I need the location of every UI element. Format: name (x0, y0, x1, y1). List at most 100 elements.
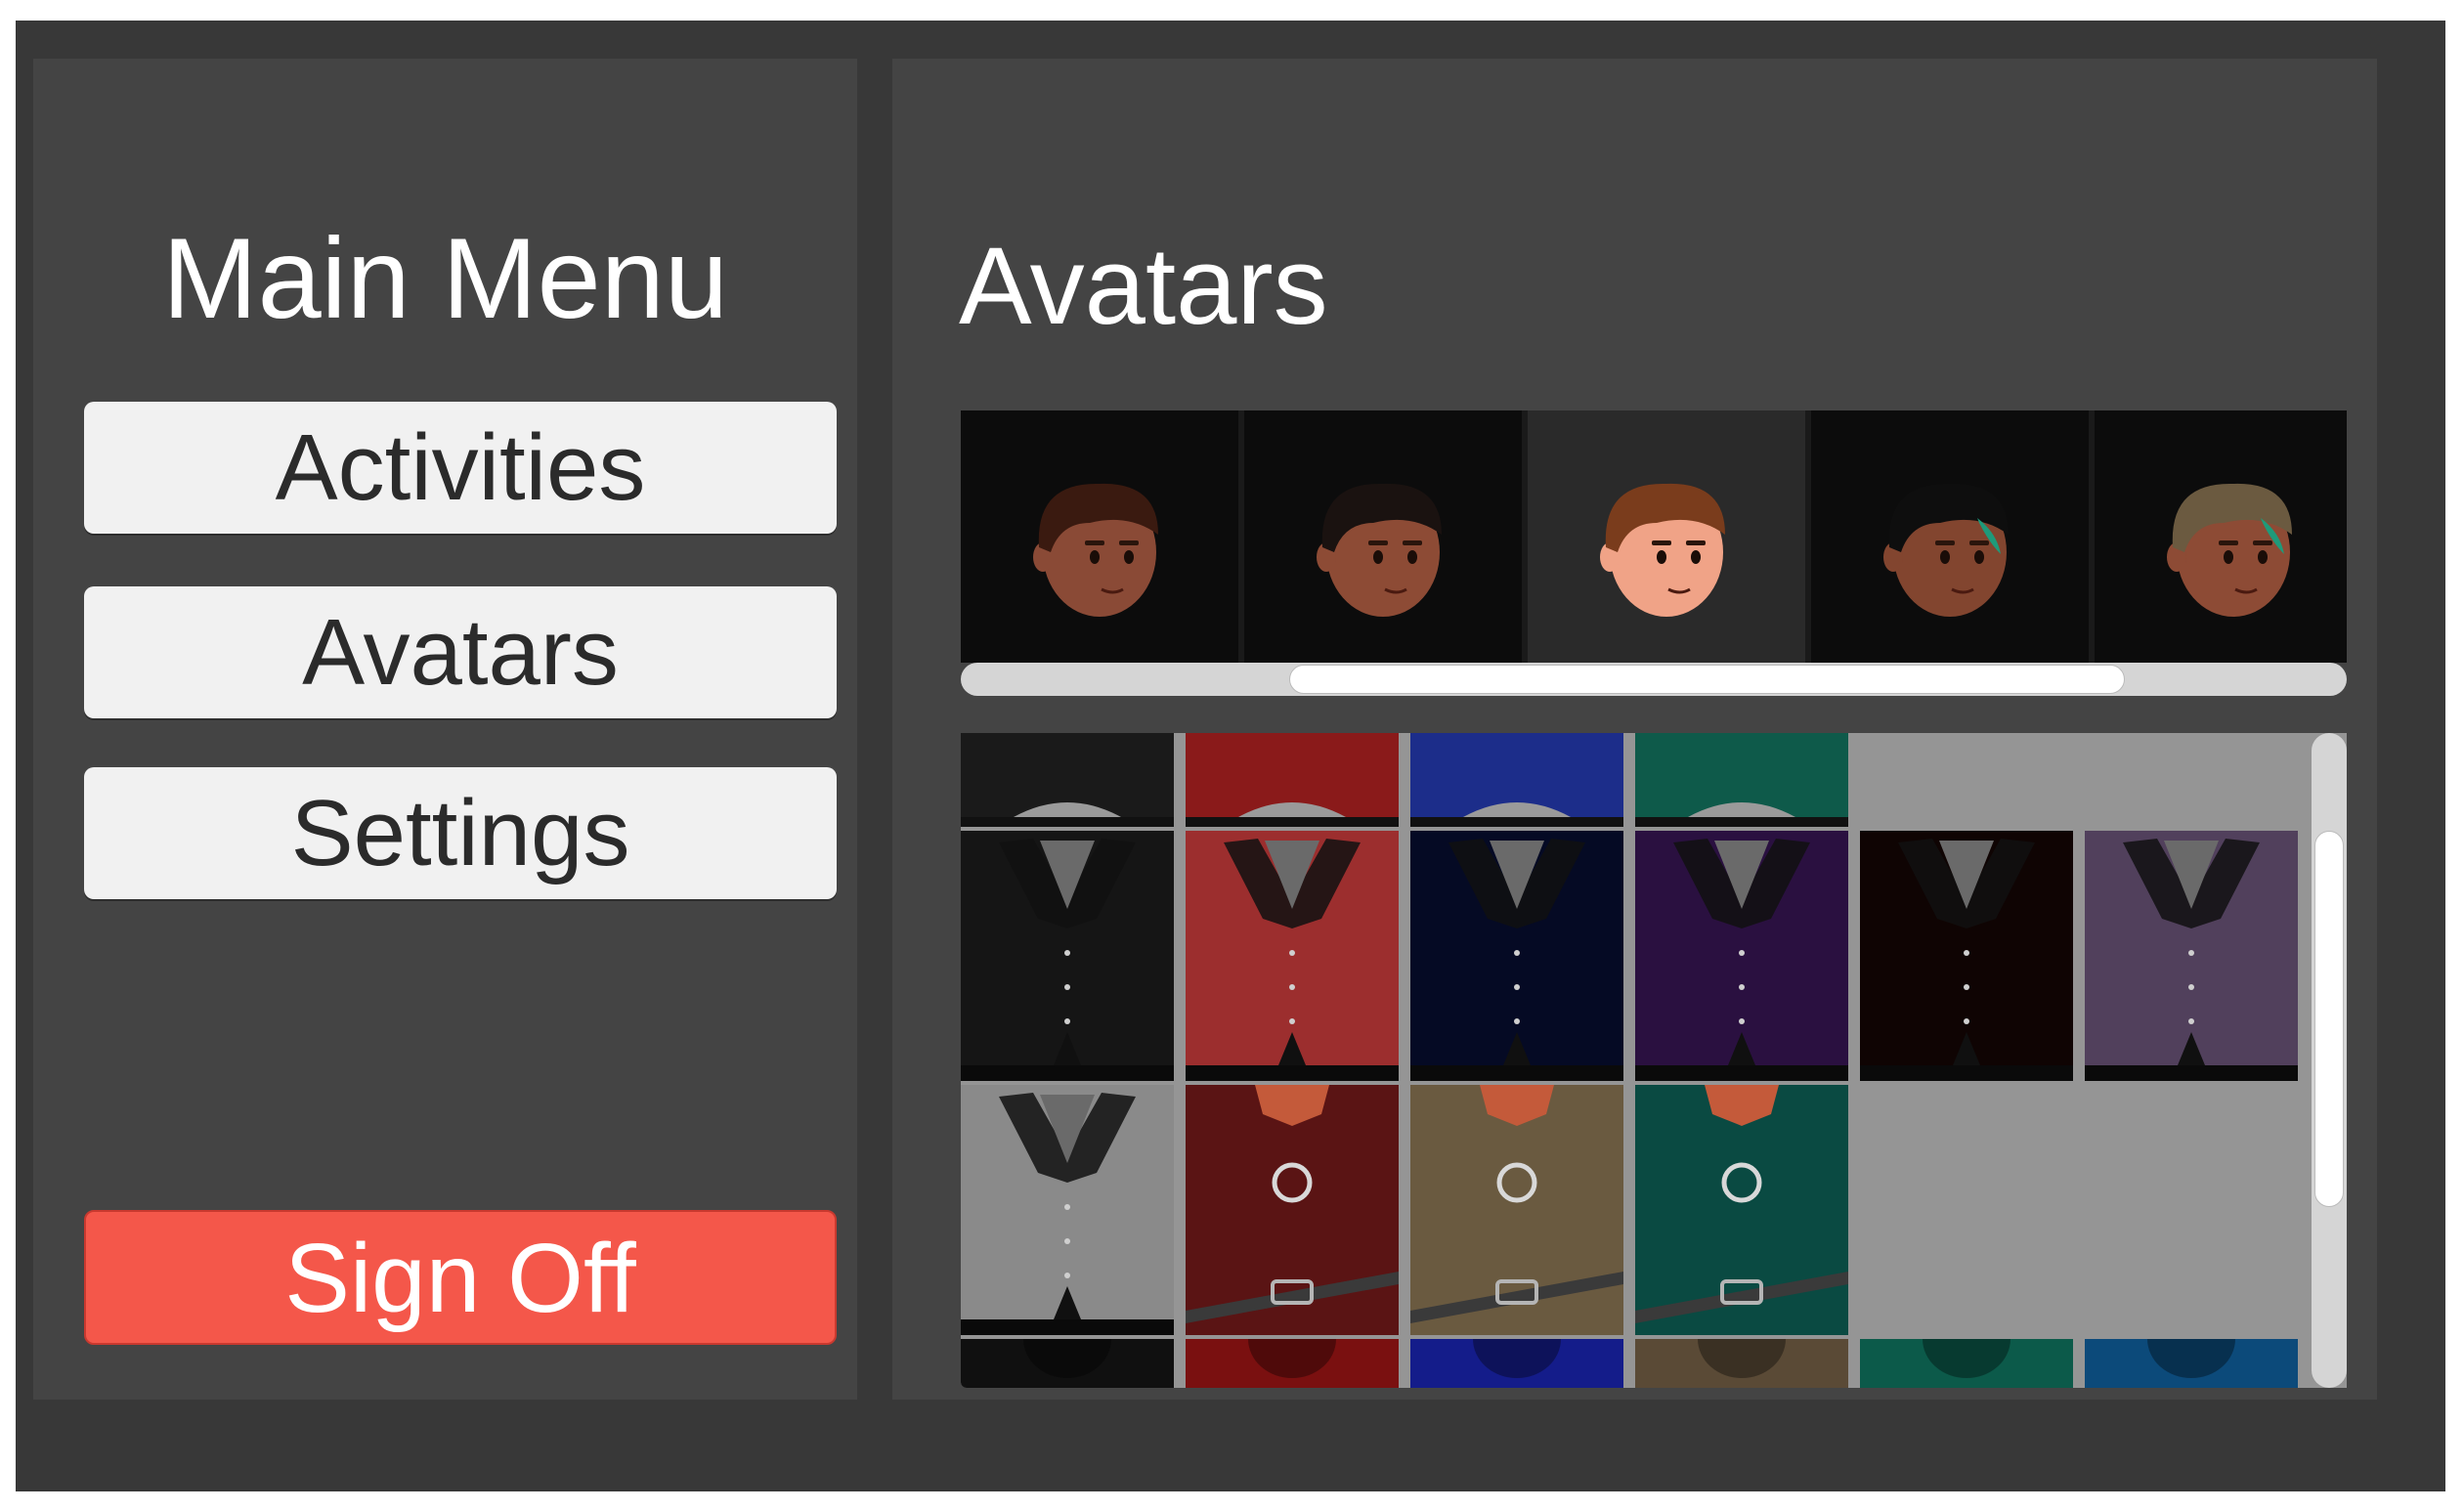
avatar-eye (2224, 550, 2233, 564)
flame-logo-icon (1721, 1162, 1762, 1203)
avatar-head-option[interactable] (1811, 410, 2089, 663)
outfit-option[interactable] (1635, 831, 1848, 1081)
avatar-eye (1090, 550, 1100, 564)
avatars-button[interactable]: Avatars (84, 586, 837, 718)
outfit-option[interactable] (1186, 1085, 1399, 1335)
settings-button[interactable]: Settings (84, 767, 837, 899)
avatar-eyebrow (1368, 540, 1388, 545)
button-dot (1739, 984, 1745, 990)
outfit-option[interactable] (1410, 831, 1623, 1081)
strip-icon (1698, 1339, 1786, 1378)
pants-icon (961, 802, 1174, 827)
avatar-head-option[interactable] (2095, 410, 2347, 663)
outfit-option[interactable] (1186, 733, 1399, 827)
avatar-head-option[interactable] (961, 410, 1238, 663)
outfit-option[interactable] (1860, 1339, 2073, 1388)
belt-shape (1635, 1272, 1848, 1323)
avatar-head-option[interactable] (1528, 410, 1805, 663)
belt-shape (1186, 1272, 1399, 1323)
vest-notch (1728, 1032, 1755, 1065)
outfit-option[interactable] (2085, 1339, 2298, 1388)
vest-icon (961, 839, 1174, 1081)
hem-base (1635, 817, 1848, 827)
strip-icon (2147, 1339, 2235, 1378)
vest-icon (1860, 839, 2073, 1081)
outfit-option[interactable] (961, 1085, 1174, 1335)
flame-logo-icon (1272, 1162, 1313, 1203)
hem-shape (1014, 802, 1121, 817)
button-dot (1064, 1204, 1070, 1210)
outfit-grid[interactable] (961, 733, 2347, 1388)
avatar-eyebrow (1969, 540, 1989, 545)
avatar-eyebrow (1652, 540, 1671, 545)
avatar-eye (1407, 550, 1417, 564)
avatar-eyebrow (1085, 540, 1104, 545)
button-dot (1514, 1018, 1520, 1024)
avatar-head-icon (2167, 483, 2292, 617)
vest-icon (1410, 839, 1623, 1081)
head-carousel-scroll-thumb[interactable] (1289, 665, 2125, 694)
outfit-option[interactable] (1410, 1339, 1623, 1388)
outfit-grid-scroll-thumb[interactable] (2314, 831, 2344, 1207)
avatar-eye (1940, 550, 1950, 564)
collar-shadow (1923, 1339, 2010, 1378)
activities-button[interactable]: Activities (84, 402, 837, 534)
avatars-title: Avatars (959, 225, 1328, 347)
pants-icon (1410, 802, 1623, 827)
avatar-eyebrow (1935, 540, 1955, 545)
outfit-option[interactable] (1186, 1339, 1399, 1388)
vest-hem (1860, 1065, 2073, 1081)
hem-shape (1688, 802, 1795, 817)
collar-shape (1705, 1085, 1779, 1126)
button-dot (1739, 950, 1745, 956)
button-dot (1289, 984, 1295, 990)
avatar-head-icon (1033, 483, 1158, 617)
avatar-eye (1657, 550, 1666, 564)
avatar-eye (1691, 550, 1701, 564)
shirt-icon (1186, 1085, 1399, 1323)
outfit-option[interactable] (1635, 1085, 1848, 1335)
button-dot (1514, 950, 1520, 956)
vest-hem (1635, 1065, 1848, 1081)
collar-shape (1480, 1085, 1554, 1126)
collar-shadow (1023, 1339, 1111, 1378)
outfit-option[interactable] (1860, 831, 2073, 1081)
vest-notch (1503, 1032, 1531, 1065)
button-dot (1964, 984, 1969, 990)
avatar-eye (1373, 550, 1383, 564)
button-dot (1739, 1018, 1745, 1024)
head-carousel[interactable] (961, 410, 2347, 663)
vest-notch (2178, 1032, 2205, 1065)
collar-shadow (1248, 1339, 1336, 1378)
head-carousel-scrollbar[interactable] (961, 663, 2347, 696)
button-dot (1064, 1238, 1070, 1244)
avatar-eyebrow (1119, 540, 1139, 545)
outfit-grid-scrollbar[interactable] (2312, 733, 2347, 1388)
pants-icon (1186, 802, 1399, 827)
vest-hem (961, 1065, 1174, 1081)
outfit-option[interactable] (1410, 733, 1623, 827)
vest-hem (961, 1319, 1174, 1335)
avatar-head-option[interactable] (1244, 410, 1522, 663)
outfit-option[interactable] (1410, 1085, 1623, 1335)
button-dot (2188, 984, 2194, 990)
button-dot (1964, 1018, 1969, 1024)
belt-shape (1410, 1272, 1623, 1323)
vest-hem (1410, 1065, 1623, 1081)
outfit-option[interactable] (961, 1339, 1174, 1388)
hem-base (1186, 817, 1399, 827)
avatar-head-icon (1883, 483, 2009, 617)
sign-off-button[interactable]: Sign Off (84, 1210, 837, 1345)
outfit-option[interactable] (961, 831, 1174, 1081)
avatar-eye (2258, 550, 2268, 564)
outfit-option[interactable] (961, 733, 1174, 827)
vest-notch (1953, 1032, 1980, 1065)
strip-icon (1248, 1339, 1336, 1378)
outfit-option[interactable] (1635, 733, 1848, 827)
outfit-option[interactable] (2085, 831, 2298, 1081)
vest-notch (1278, 1032, 1306, 1065)
collar-shadow (1473, 1339, 1561, 1378)
outfit-option[interactable] (1635, 1339, 1848, 1388)
outfit-option[interactable] (1186, 831, 1399, 1081)
flame-logo-icon (1496, 1162, 1537, 1203)
